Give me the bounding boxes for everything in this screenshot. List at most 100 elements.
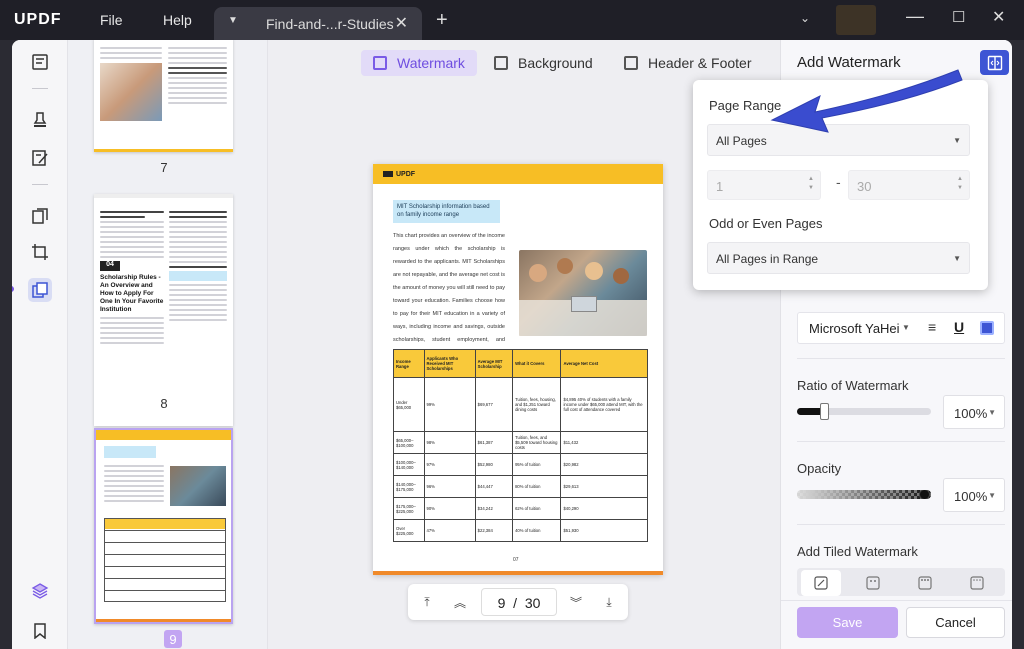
avatar[interactable] xyxy=(836,5,876,35)
title-bar: UPDF File Help ▼ Find-and-...r-Studies ✕… xyxy=(0,0,1024,40)
crop-icon[interactable] xyxy=(28,240,52,264)
thumbnail-page-8[interactable]: 04 Scholarship Rules - An Overview and H… xyxy=(94,194,233,426)
prev-page-icon[interactable]: ︽ xyxy=(451,593,469,611)
chevron-down-icon: ▼ xyxy=(988,491,996,500)
last-page-icon[interactable]: ⤓ xyxy=(600,593,618,611)
divider xyxy=(32,184,48,185)
tab-dropdown-icon[interactable]: ▼ xyxy=(228,15,238,26)
range-to-input[interactable]: 30 ▲ ▼ xyxy=(848,170,970,200)
header-footer-icon xyxy=(624,56,638,70)
divider xyxy=(32,88,48,89)
chevron-down-icon: ▼ xyxy=(953,254,961,263)
range-from-input[interactable]: 1 ▲ ▼ xyxy=(707,170,821,200)
divider xyxy=(781,600,1012,601)
stepper-icon[interactable]: ▲ ▼ xyxy=(808,175,814,193)
menu-help[interactable]: Help xyxy=(163,12,192,28)
table-header: Income Range xyxy=(393,349,425,378)
font-select[interactable]: Microsoft YaHei xyxy=(809,321,900,336)
students-image xyxy=(519,250,647,336)
scholarship-table: Income Range Applicants Who Received MIT… xyxy=(393,349,648,542)
add-watermark-settings-button[interactable] xyxy=(980,50,1009,75)
tab-header-footer[interactable]: Header & Footer xyxy=(624,50,752,76)
minimize-icon[interactable]: — xyxy=(906,6,924,27)
ratio-slider-handle[interactable] xyxy=(819,403,829,420)
next-page-icon[interactable]: ︾ xyxy=(567,593,585,611)
page-header: UPDF xyxy=(373,164,663,184)
table-header: What it Covers xyxy=(512,349,562,378)
underline-icon[interactable]: U xyxy=(954,319,964,335)
divider xyxy=(797,524,1005,525)
opacity-slider[interactable] xyxy=(797,490,931,499)
thumbnail-label-8: 8 xyxy=(160,396,168,411)
range-dash: - xyxy=(836,174,841,190)
updf-logo-icon xyxy=(383,171,393,178)
first-page-icon[interactable]: ⤒ xyxy=(418,593,436,611)
page-footer-bar xyxy=(373,571,663,575)
menu-file[interactable]: File xyxy=(100,12,123,28)
page-range-popup: Page Range All Pages ▼ 1 ▲ ▼ - 30 ▲ ▼ Odd or … xyxy=(693,80,988,290)
ratio-label: Ratio of Watermark xyxy=(797,378,909,393)
divider xyxy=(797,441,1005,442)
new-tab-icon[interactable]: + xyxy=(436,9,448,32)
thumbnail-page-7[interactable] xyxy=(94,40,233,152)
page-navigator: ⤒ ︽ 9 / 30 ︾ ⤓ xyxy=(408,584,628,620)
page-box-title: MIT Scholarship information based on fam… xyxy=(393,200,500,223)
layers-icon[interactable] xyxy=(28,579,52,603)
maximize-icon[interactable]: ☐ xyxy=(952,8,965,26)
bookmark-icon[interactable] xyxy=(28,619,52,643)
document-tab[interactable]: ▼ Find-and-...r-Studies ✕ xyxy=(214,7,422,40)
table-header: Applicants Who Received MIT Scholarships xyxy=(423,349,476,378)
tiled-watermark-options xyxy=(797,568,1005,596)
thumbnail-label-9: 9 xyxy=(164,630,182,648)
chevron-down-icon: ▼ xyxy=(988,408,996,417)
organize-pages-icon[interactable] xyxy=(28,204,52,228)
panel-title: Add Watermark xyxy=(797,54,901,71)
table-header: Average MIT Scholarship xyxy=(474,349,514,378)
thumbnail-label-7: 7 xyxy=(160,160,168,175)
divider xyxy=(797,358,1005,359)
thumb8-number: 04 xyxy=(100,261,120,271)
tab-background[interactable]: Background xyxy=(494,50,593,76)
tab-watermark[interactable]: Watermark xyxy=(361,50,477,76)
tile-none-option[interactable] xyxy=(801,570,841,596)
odd-even-select[interactable]: All Pages in Range ▼ xyxy=(707,242,970,274)
table-row: Under $65,000 99% $69,677 Tuition, fees, ho… xyxy=(393,377,648,432)
edit-icon[interactable] xyxy=(28,146,52,170)
save-button[interactable]: Save xyxy=(797,607,898,638)
page-tools-icon[interactable] xyxy=(28,278,52,302)
page-number-input[interactable]: 9 / 30 xyxy=(481,588,557,616)
ratio-slider[interactable] xyxy=(797,403,931,420)
table-row: $140,000–$175,000 96% $44,447 80% of tuitio… xyxy=(393,475,648,498)
chevron-down-icon: ▼ xyxy=(953,136,961,145)
opacity-select[interactable]: 100% ▼ xyxy=(943,478,1005,512)
chevron-down-icon[interactable]: ⌄ xyxy=(800,11,810,25)
thumbnail-page-9[interactable] xyxy=(94,428,233,624)
close-tab-icon[interactable]: ✕ xyxy=(395,13,408,33)
font-dropdown-icon[interactable]: ▼ xyxy=(902,323,910,332)
app-logo: UPDF xyxy=(14,11,62,28)
color-swatch[interactable] xyxy=(980,321,994,335)
page-range-select[interactable]: All Pages ▼ xyxy=(707,124,970,156)
background-icon xyxy=(494,56,508,70)
page-range-label: Page Range xyxy=(709,98,782,113)
table-row: $175,000–$225,000 90% $34,242 62% of tuitio… xyxy=(393,497,648,520)
tile-small-option[interactable] xyxy=(853,572,893,594)
table-row: Over $225,000 47% $22,384 40% of tuition $51… xyxy=(393,519,648,542)
tile-medium-option[interactable] xyxy=(905,572,945,594)
thumb8-heading: Scholarship Rules - An Overview and How … xyxy=(100,274,164,313)
pdf-page[interactable]: UPDF MIT Scholarship information based o… xyxy=(373,164,663,575)
cancel-button[interactable]: Cancel xyxy=(906,607,1005,638)
opacity-slider-handle[interactable] xyxy=(919,490,930,499)
close-window-icon[interactable]: ✕ xyxy=(992,7,1005,27)
ratio-select[interactable]: 100% ▼ xyxy=(943,395,1005,429)
tile-large-option[interactable] xyxy=(957,572,997,594)
stepper-icon[interactable]: ▲ ▼ xyxy=(957,175,963,193)
thumbnail-panel: 7 04 Scholarship Rules - An Overview and… xyxy=(68,40,268,649)
align-icon[interactable]: ≡ xyxy=(928,319,936,335)
highlight-icon[interactable] xyxy=(28,108,52,132)
table-header: Average Net Cost xyxy=(560,349,648,378)
page-number: 07 xyxy=(513,557,519,563)
opacity-label: Opacity xyxy=(797,461,842,476)
table-row: $100,000–$140,000 97% $52,980 95% of tuitio… xyxy=(393,453,648,476)
reader-icon[interactable] xyxy=(28,50,52,74)
